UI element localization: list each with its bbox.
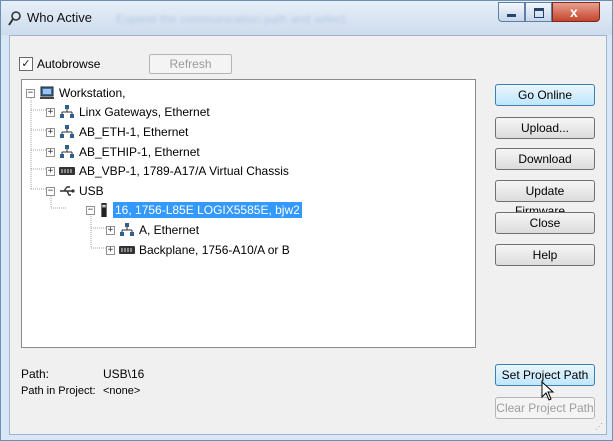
- expand-icon[interactable]: +: [106, 225, 115, 235]
- window-title-background-text: Expand the communication path and select: [116, 12, 346, 26]
- path-label: Path:: [21, 367, 50, 381]
- autobrowse-checkbox[interactable]: ✓ Autobrowse: [19, 57, 100, 71]
- collapse-icon[interactable]: −: [46, 186, 55, 196]
- mouse-cursor-icon: [541, 381, 555, 401]
- minimize-button[interactable]: [498, 2, 525, 22]
- checkbox-box[interactable]: ✓: [19, 57, 33, 71]
- controller-icon: [101, 203, 107, 217]
- collapse-icon[interactable]: −: [86, 205, 95, 215]
- chassis-icon: [119, 246, 135, 254]
- window-title: Who Active: [27, 10, 93, 25]
- expand-icon[interactable]: +: [46, 147, 55, 157]
- tree-node-ab-vbp-1[interactable]: + AB_VBP-1, 1789-A17/A Virtual Chassis: [46, 164, 289, 178]
- tree-node-a-ethernet[interactable]: + A, Ethernet: [106, 223, 199, 237]
- expand-icon[interactable]: +: [106, 245, 115, 255]
- path-in-project-label: Path in Project:: [21, 385, 96, 397]
- app-icon: [8, 11, 21, 26]
- tree-node-ab-eth-1[interactable]: + AB_ETH-1, Ethernet: [46, 125, 188, 139]
- expand-icon[interactable]: +: [46, 107, 55, 117]
- resize-grip-icon[interactable]: ⋰: [595, 422, 603, 431]
- tree-node-label: Linx Gateways, Ethernet: [79, 105, 210, 119]
- help-button[interactable]: Help: [495, 244, 595, 266]
- go-online-button[interactable]: Go Online: [495, 84, 595, 106]
- autobrowse-label: Autobrowse: [37, 57, 101, 71]
- refresh-button[interactable]: Refresh: [149, 54, 232, 74]
- upload-button[interactable]: Upload...: [495, 117, 595, 139]
- who-active-window: Who Active Expand the communication path…: [0, 0, 613, 441]
- title-bar[interactable]: Who Active Expand the communication path…: [1, 1, 612, 35]
- network-icon: [60, 125, 74, 138]
- close-button[interactable]: Close: [495, 212, 595, 234]
- tree-node-usb[interactable]: − USB: [46, 184, 104, 198]
- tree-node-label: Workstation,: [59, 86, 126, 100]
- expand-icon[interactable]: +: [46, 166, 55, 176]
- path-value: USB\16: [103, 367, 145, 381]
- usb-icon: [60, 186, 75, 196]
- tree-node-linx-gateways[interactable]: + Linx Gateways, Ethernet: [46, 105, 210, 119]
- maximize-button[interactable]: [525, 2, 552, 22]
- update-firmware-button[interactable]: Update Firmware...: [495, 180, 595, 218]
- dialog-client-area: ✓ Autobrowse Refresh − Workstation, + Li…: [9, 35, 607, 435]
- tree-node-label: AB_VBP-1, 1789-A17/A Virtual Chassis: [79, 164, 289, 178]
- selected-node-label: 16, 1756-L85E LOGIX5585E, bjw2: [113, 202, 302, 218]
- network-icon: [60, 105, 74, 118]
- network-icon: [120, 223, 134, 236]
- tree-node-label: AB_ETH-1, Ethernet: [79, 125, 189, 139]
- path-in-project-value: <none>: [103, 385, 141, 397]
- tree-node-label: AB_ETHIP-1, Ethernet: [79, 145, 200, 159]
- tree-node-label: Backplane, 1756-A10/A or B: [139, 243, 290, 257]
- close-window-button[interactable]: x: [552, 2, 600, 22]
- close-icon: x: [570, 4, 578, 20]
- chassis-icon: [59, 167, 75, 175]
- workstation-icon: [40, 86, 54, 99]
- tree-node-label: A, Ethernet: [139, 223, 200, 237]
- tree-node-controller[interactable]: − 16, 1756-L85E LOGIX5585E, bjw2: [86, 202, 302, 218]
- tree-node-workstation[interactable]: − Workstation,: [26, 86, 125, 100]
- tree-node-label: USB: [79, 184, 104, 198]
- tree-node-backplane[interactable]: + Backplane, 1756-A10/A or B: [106, 243, 290, 257]
- download-button[interactable]: Download: [495, 148, 595, 170]
- network-tree[interactable]: − Workstation, + Linx Gateways, Ethernet…: [21, 79, 476, 348]
- network-icon: [60, 145, 74, 158]
- tree-node-ab-ethip-1[interactable]: + AB_ETHIP-1, Ethernet: [46, 145, 200, 159]
- expand-icon[interactable]: +: [46, 127, 55, 137]
- collapse-icon[interactable]: −: [26, 88, 35, 98]
